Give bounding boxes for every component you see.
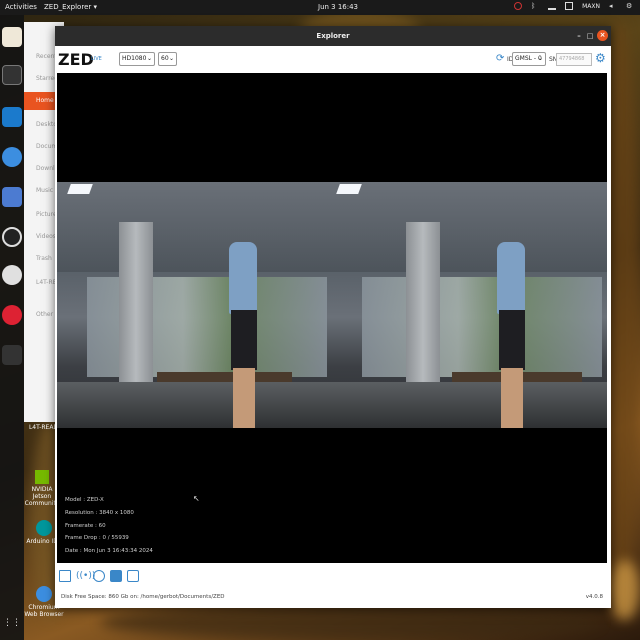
settings-gear-icon[interactable]: ⚙ <box>626 2 634 10</box>
system-tray[interactable]: ᛒ MAXN ◂ ⚙ <box>514 2 634 10</box>
floor <box>57 382 332 428</box>
zed-explorer-window: Explorer – □ × ZED LIVE HD1080 ⌄ 60 ⌄ ⟳ … <box>55 26 611 608</box>
ceiling-light <box>67 184 93 194</box>
volume-icon: ◂ <box>609 2 613 10</box>
toolbar: ZED LIVE HD1080 ⌄ 60 ⌄ ⟳ ID GMSL - 0 ⌄ S… <box>55 46 611 72</box>
right-camera-frame <box>332 182 607 428</box>
date-text: Date : Mon Jun 3 16:43:34 2024 <box>65 548 153 554</box>
refresh-icon[interactable]: ⟳ <box>496 53 504 64</box>
compass-icon[interactable] <box>93 570 105 582</box>
obs-app-icon[interactable] <box>2 227 22 247</box>
chevron-down-icon: ⌄ <box>146 55 152 62</box>
minimize-icon[interactable]: – <box>575 32 583 40</box>
serial-number-field[interactable]: 47794868 <box>556 53 592 66</box>
record-icon[interactable] <box>110 570 122 582</box>
camera-id-select[interactable]: GMSL - 0 ⌄ <box>512 52 546 66</box>
folder-icon[interactable] <box>59 570 71 582</box>
camera-icon[interactable] <box>127 570 139 582</box>
keyboard-icon <box>565 2 574 10</box>
resolution-value: HD1080 <box>122 55 147 62</box>
arduino-icon <box>36 520 52 536</box>
floor <box>332 382 607 428</box>
help-app-icon[interactable] <box>2 305 22 325</box>
screenshot-app-icon[interactable] <box>2 187 22 207</box>
fps-select[interactable]: 60 ⌄ <box>158 52 177 66</box>
camera-framerate-text: Framerate : 60 <box>65 523 106 529</box>
window-title: Explorer <box>316 32 350 40</box>
chromium-icon <box>36 586 52 602</box>
files-app-icon[interactable] <box>2 27 22 47</box>
camera-model-text: Model : ZED-X <box>65 497 104 503</box>
maximize-icon[interactable]: □ <box>586 32 594 40</box>
person-legs <box>233 368 255 428</box>
window-titlebar[interactable]: Explorer – □ × <box>55 26 611 46</box>
network-icon <box>548 2 557 10</box>
terminal-app-icon[interactable] <box>2 65 22 85</box>
video-viewport[interactable]: Model : ZED-X Resolution : 3840 x 1080 F… <box>57 73 607 563</box>
software-app-icon[interactable] <box>2 265 22 285</box>
ceiling <box>57 182 332 272</box>
person-shorts <box>231 310 257 370</box>
person <box>229 242 257 314</box>
version-label: v4.0.8 <box>585 594 603 600</box>
frame-drop-text: Frame Drop : 0 / 55939 <box>65 535 129 541</box>
camera-resolution-text: Resolution : 3840 x 1080 <box>65 510 134 516</box>
disk-status: Disk Free Space: 860 Gb on: /home/gerbot… <box>61 594 225 600</box>
activities-button[interactable]: Activities <box>5 3 37 11</box>
vscode-app-icon[interactable] <box>2 107 22 127</box>
fps-value: 60 <box>161 55 169 62</box>
show-apps-icon[interactable]: ⋮⋮ <box>2 613 22 633</box>
action-bar: ((•)) <box>59 570 139 582</box>
nvidia-icon[interactable] <box>514 2 523 10</box>
ceiling <box>332 182 607 272</box>
app-menu[interactable]: ZED_Explorer ▾ <box>44 3 97 11</box>
settings-gear-icon[interactable]: ⚙ <box>595 51 606 65</box>
zed-explorer-app-icon[interactable] <box>2 345 22 365</box>
dock: ⋮⋮ <box>0 15 24 640</box>
stream-icon[interactable]: ((•)) <box>76 570 95 582</box>
nvidia-icon <box>35 470 49 484</box>
resolution-select[interactable]: HD1080 ⌄ <box>119 52 155 66</box>
top-bar: Activities ZED_Explorer ▾ Jun 3 16:43 ᛒ … <box>0 0 640 15</box>
person-shorts <box>499 310 525 370</box>
person-legs <box>501 368 523 428</box>
chevron-down-icon: ⌄ <box>537 55 543 62</box>
power-mode-label[interactable]: MAXN <box>582 3 600 10</box>
ceiling-light <box>336 184 362 194</box>
chevron-down-icon: ⌄ <box>168 55 174 62</box>
zed-logo: ZED <box>58 50 94 69</box>
close-icon[interactable]: × <box>597 30 608 41</box>
live-badge: LIVE <box>91 56 102 62</box>
person <box>497 242 525 314</box>
left-camera-frame <box>57 182 332 428</box>
mouse-cursor-icon: ↖ <box>193 494 200 503</box>
chromium-app-icon[interactable] <box>2 147 22 167</box>
clock[interactable]: Jun 3 16:43 <box>318 3 358 11</box>
bluetooth-icon: ᛒ <box>531 2 536 10</box>
glass-wall <box>362 277 602 377</box>
